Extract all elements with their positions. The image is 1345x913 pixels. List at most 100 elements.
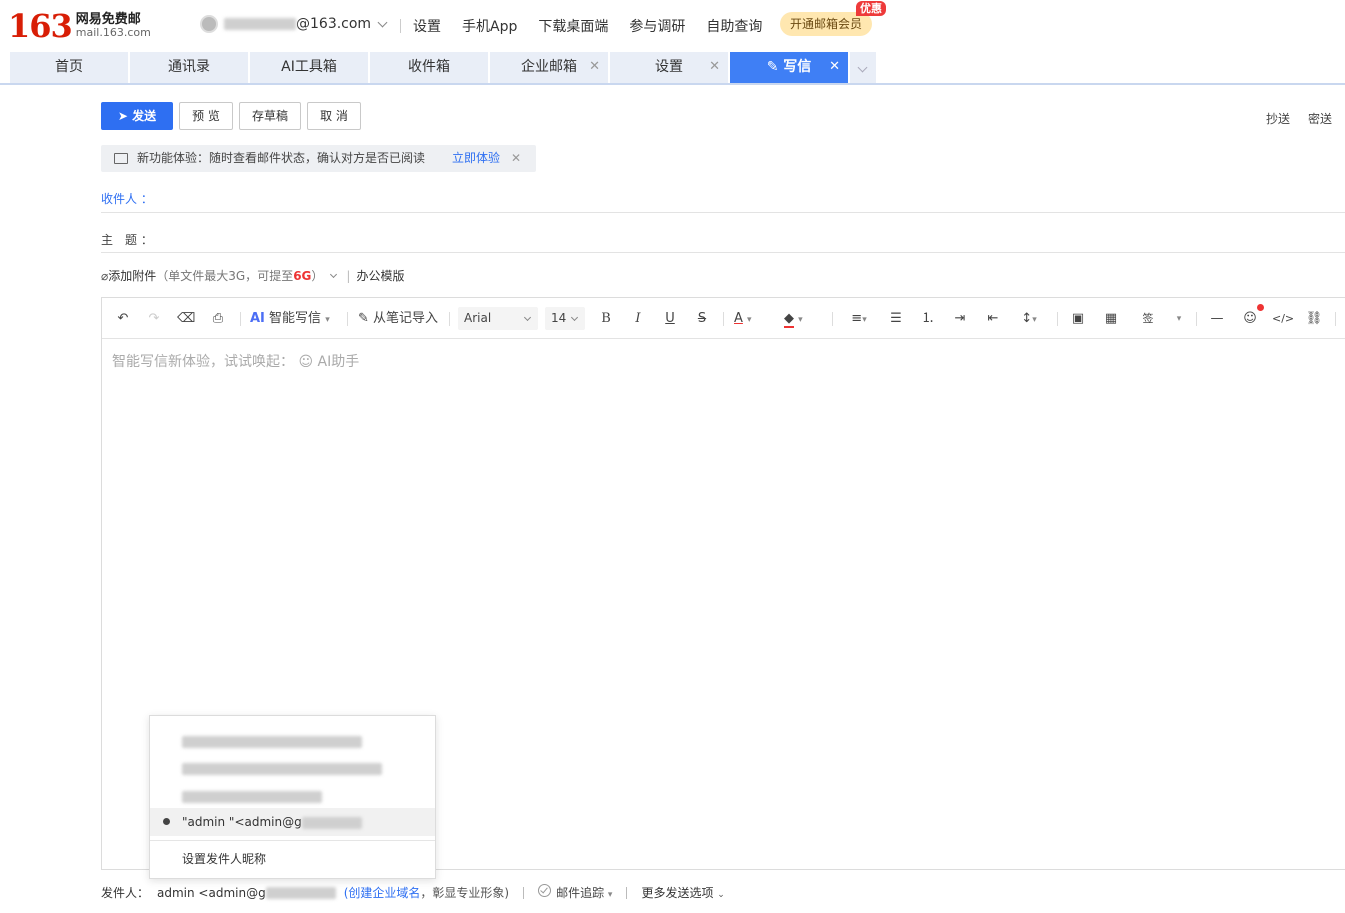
close-icon[interactable]: ✕ bbox=[709, 52, 720, 82]
save-draft-button[interactable]: 存草稿 bbox=[239, 102, 301, 130]
sender-option[interactable] bbox=[150, 727, 435, 755]
chevron-down-icon: ▾ bbox=[747, 315, 752, 325]
font-family-select[interactable]: Arial bbox=[458, 307, 538, 330]
preview-button[interactable]: 预 览 bbox=[179, 102, 233, 130]
sender-option[interactable] bbox=[150, 754, 435, 782]
highlight-icon: ◆ bbox=[784, 311, 794, 328]
logo[interactable]: 163 网易免费邮 mail.163.com bbox=[8, 8, 151, 44]
mail-tracking-button[interactable]: 邮件追踪 ▾ bbox=[538, 884, 612, 901]
bullet-list-icon[interactable]: ☰ bbox=[886, 310, 906, 328]
ai-write-button[interactable]: AI 智能写信 ▾ bbox=[250, 310, 338, 328]
emoji-icon[interactable]: ☺ bbox=[1240, 310, 1260, 328]
horizontal-rule-icon[interactable]: — bbox=[1207, 310, 1227, 328]
close-icon[interactable]: ✕ bbox=[589, 52, 600, 82]
numbered-list-icon[interactable]: ⒈ bbox=[918, 310, 938, 328]
sender-option-selected[interactable]: "admin "<admin@g bbox=[150, 808, 435, 836]
strikethrough-icon[interactable]: S bbox=[692, 310, 712, 328]
tab-home[interactable]: 首页 bbox=[10, 52, 128, 83]
logo-title: 网易免费邮 bbox=[75, 12, 141, 27]
tab-settings[interactable]: 设置 ✕ bbox=[610, 52, 728, 83]
try-now-link[interactable]: 立即体验 bbox=[452, 145, 500, 172]
tab-inbox[interactable]: 收件箱 bbox=[370, 52, 488, 83]
more-send-options-button[interactable]: 更多发送选项 ⌄ bbox=[641, 884, 724, 901]
chevron-down-icon[interactable] bbox=[330, 270, 338, 278]
add-attachment-link[interactable]: 添加附件 bbox=[108, 267, 156, 284]
mail-icon bbox=[114, 153, 128, 164]
feature-notice: 新功能体验：随时查看邮件状态，确认对方是否已阅读 立即体验 ✕ bbox=[101, 145, 536, 172]
font-color-button[interactable]: A ▾ bbox=[734, 310, 770, 328]
chevron-down-icon bbox=[570, 313, 579, 322]
table-icon[interactable]: ▦ bbox=[1101, 310, 1121, 328]
underline-icon[interactable]: U bbox=[660, 310, 680, 328]
recipient-row[interactable]: 收件人 ： bbox=[101, 185, 1345, 213]
image-icon[interactable]: ▣ bbox=[1068, 310, 1088, 328]
tab-ai-toolbox[interactable]: AI工具箱 bbox=[250, 52, 368, 83]
chevron-down-icon bbox=[857, 62, 868, 73]
outdent-icon[interactable]: ⇤ bbox=[983, 310, 1003, 328]
nav-mobile-app[interactable]: 手机App bbox=[462, 16, 517, 36]
upgrade-size[interactable]: 6G bbox=[293, 269, 311, 283]
nav-survey[interactable]: 参与调研 bbox=[629, 16, 685, 36]
eraser-icon[interactable]: ⌫ bbox=[177, 310, 195, 328]
subject-row[interactable]: 主 题 ： bbox=[101, 226, 1345, 253]
tab-enterprise-mail[interactable]: 企业邮箱 ✕ bbox=[490, 52, 608, 83]
cc-link[interactable]: 抄送 bbox=[1266, 110, 1290, 127]
vip-discount-badge: 优惠 bbox=[856, 1, 886, 16]
redacted-sender bbox=[182, 762, 382, 775]
compose-footer: 发件人： admin <admin@g (创建企业域名 ，彰显专业形象) 邮件追… bbox=[101, 884, 725, 901]
sender-option[interactable] bbox=[150, 782, 435, 810]
double-chevron-down-icon: ⌄ bbox=[717, 890, 725, 900]
redacted-sender bbox=[182, 790, 322, 803]
sender-label: 发件人： bbox=[101, 886, 150, 900]
font-size-select[interactable]: 14 bbox=[545, 307, 585, 330]
paper-plane-icon: ➤ bbox=[117, 109, 133, 123]
office-template-link[interactable]: 办公模版 bbox=[356, 267, 404, 284]
sender-select[interactable]: admin <admin@g bbox=[157, 886, 336, 900]
redacted-domain bbox=[301, 816, 362, 829]
ai-robot-icon: ☺ bbox=[298, 354, 314, 370]
attachment-bar: ⌀ 添加附件 （单文件最大3G， 可提至 6G ） | 办公模版 bbox=[101, 267, 405, 284]
create-domain-link[interactable]: (创建企业域名 bbox=[344, 884, 421, 901]
account-switcher[interactable]: @163.com bbox=[200, 15, 388, 33]
tab-overflow-button[interactable] bbox=[850, 52, 876, 83]
send-button[interactable]: ➤ 发送 bbox=[101, 102, 173, 130]
close-icon[interactable]: ✕ bbox=[829, 52, 840, 82]
highlight-button[interactable]: ◆ ▾ bbox=[784, 310, 820, 328]
subject-label: 主 题 ： bbox=[101, 233, 153, 247]
notice-text: 新功能体验：随时查看邮件状态，确认对方是否已阅读 bbox=[137, 151, 426, 165]
tab-compose[interactable]: ✎ 写信 ✕ bbox=[730, 52, 848, 83]
undo-icon[interactable]: ↶ bbox=[114, 310, 132, 328]
import-from-notes-button[interactable]: ✎ 从笔记导入 bbox=[358, 310, 442, 328]
tab-contacts[interactable]: 通讯录 bbox=[130, 52, 248, 83]
ai-helper-link[interactable]: ☺ AI助手 bbox=[298, 354, 359, 370]
bcc-link[interactable]: 密送 bbox=[1308, 110, 1332, 127]
redacted-username bbox=[224, 18, 296, 30]
code-icon[interactable]: </> bbox=[1272, 310, 1294, 328]
close-icon[interactable]: ✕ bbox=[511, 145, 521, 172]
nav-self-help[interactable]: 自助查询 bbox=[706, 16, 762, 36]
set-nickname-option[interactable]: 设置发件人昵称 bbox=[150, 845, 435, 873]
top-header: 163 网易免费邮 mail.163.com @163.com 设置 手机App… bbox=[0, 0, 1345, 52]
chevron-down-icon[interactable]: ▾ bbox=[1172, 310, 1186, 328]
nav-settings[interactable]: 设置 bbox=[413, 16, 441, 36]
cancel-button[interactable]: 取 消 bbox=[307, 102, 361, 130]
recipient-label[interactable]: 收件人 ： bbox=[101, 185, 153, 213]
italic-icon[interactable]: I bbox=[628, 310, 648, 328]
chevron-down-icon: ▾ bbox=[798, 315, 803, 325]
logo-domain: mail.163.com bbox=[75, 26, 151, 39]
signature-icon[interactable]: 签 bbox=[1138, 310, 1158, 328]
font-color-icon: A bbox=[734, 311, 743, 326]
chevron-down-icon: ▾ bbox=[325, 315, 330, 325]
align-icon[interactable]: ≡▾ bbox=[844, 310, 874, 328]
line-height-icon[interactable]: ↕▾ bbox=[1014, 310, 1044, 328]
menu-divider bbox=[150, 840, 435, 841]
indent-icon[interactable]: ⇥ bbox=[950, 310, 970, 328]
nav-desktop-download[interactable]: 下载桌面端 bbox=[538, 16, 608, 36]
bold-icon[interactable]: B bbox=[596, 310, 616, 328]
sender-dropdown: "admin "<admin@g 设置发件人昵称 bbox=[149, 715, 436, 879]
redo-icon[interactable]: ↷ bbox=[145, 310, 163, 328]
format-painter-icon[interactable]: ⎙ bbox=[209, 310, 227, 328]
logo-number: 163 bbox=[8, 7, 73, 45]
link-icon[interactable]: ⛓ bbox=[1304, 310, 1324, 328]
chevron-down-icon bbox=[523, 313, 532, 322]
